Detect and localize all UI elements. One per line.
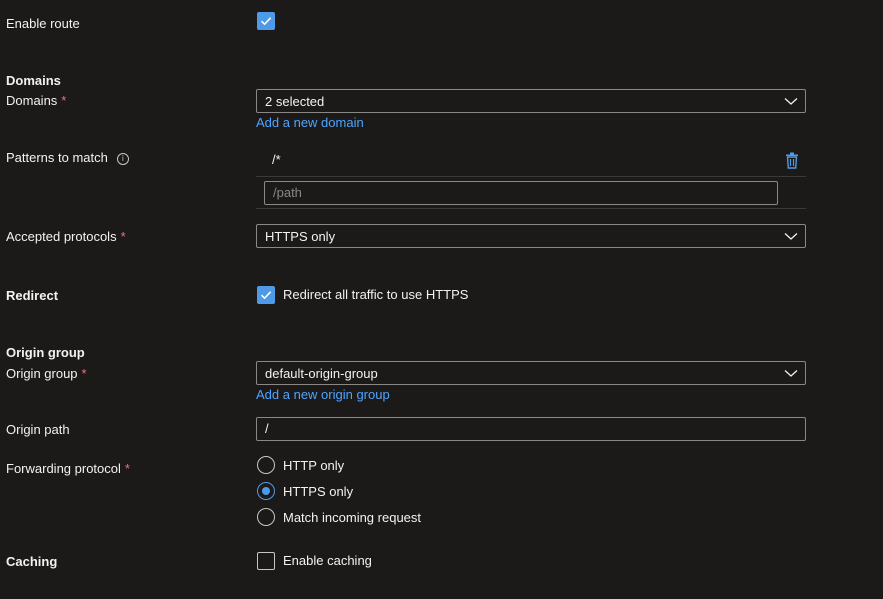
radio-https-only[interactable] <box>257 482 275 500</box>
required-mark: * <box>124 461 130 476</box>
forwarding-protocol-label: Forwarding protocol * <box>6 461 130 476</box>
accepted-protocols-value: HTTPS only <box>265 229 336 244</box>
accepted-protocols-label: Accepted protocols * <box>6 229 126 244</box>
origin-path-label: Origin path <box>6 422 70 437</box>
enable-caching-label[interactable]: Enable caching <box>283 553 372 569</box>
required-mark: * <box>81 366 87 381</box>
accepted-protocols-dropdown[interactable]: HTTPS only <box>256 224 806 248</box>
origin-group-label: Origin group * <box>6 366 87 381</box>
origin-group-value: default-origin-group <box>265 366 378 381</box>
add-new-origin-group-link[interactable]: Add a new origin group <box>256 387 390 403</box>
origin-group-section-title: Origin group <box>6 345 85 360</box>
checkmark-icon <box>260 291 272 300</box>
origin-path-input-field[interactable] <box>265 421 797 436</box>
radio-selected-dot <box>262 487 270 495</box>
domains-dropdown-value: 2 selected <box>265 94 325 109</box>
pattern-input[interactable] <box>264 181 778 205</box>
caching-label: Caching <box>6 554 58 569</box>
domains-label: Domains * <box>6 93 67 108</box>
chevron-down-icon <box>784 233 798 240</box>
domains-section-title: Domains <box>6 73 61 88</box>
trash-icon[interactable] <box>785 152 799 169</box>
required-mark: * <box>120 229 126 244</box>
radio-match-incoming-request[interactable] <box>257 508 275 526</box>
enable-route-checkbox[interactable] <box>257 12 275 30</box>
pattern-divider <box>256 176 806 177</box>
radio-http-only[interactable] <box>257 456 275 474</box>
enable-route-label: Enable route <box>6 16 80 31</box>
redirect-checkbox-label[interactable]: Redirect all traffic to use HTTPS <box>283 287 468 303</box>
pattern-divider <box>256 208 806 209</box>
checkmark-icon <box>260 17 272 26</box>
origin-path-input[interactable] <box>256 417 806 441</box>
redirect-checkbox[interactable] <box>257 286 275 304</box>
radio-https-only-label[interactable]: HTTPS only <box>283 484 353 500</box>
redirect-label: Redirect <box>6 288 59 303</box>
radio-match-incoming-request-label[interactable]: Match incoming request <box>283 510 421 526</box>
info-icon[interactable]: i <box>116 153 129 165</box>
origin-group-dropdown[interactable]: default-origin-group <box>256 361 806 385</box>
add-new-domain-link[interactable]: Add a new domain <box>256 115 364 131</box>
radio-http-only-label[interactable]: HTTP only <box>283 458 344 474</box>
domains-dropdown[interactable]: 2 selected <box>256 89 806 113</box>
enable-caching-checkbox[interactable] <box>257 552 275 570</box>
chevron-down-icon <box>784 98 798 105</box>
required-mark: * <box>61 93 67 108</box>
patterns-label: Patterns to match i <box>6 150 129 166</box>
chevron-down-icon <box>784 370 798 377</box>
pattern-input-field[interactable] <box>273 185 769 200</box>
pattern-item: /* <box>272 152 281 167</box>
